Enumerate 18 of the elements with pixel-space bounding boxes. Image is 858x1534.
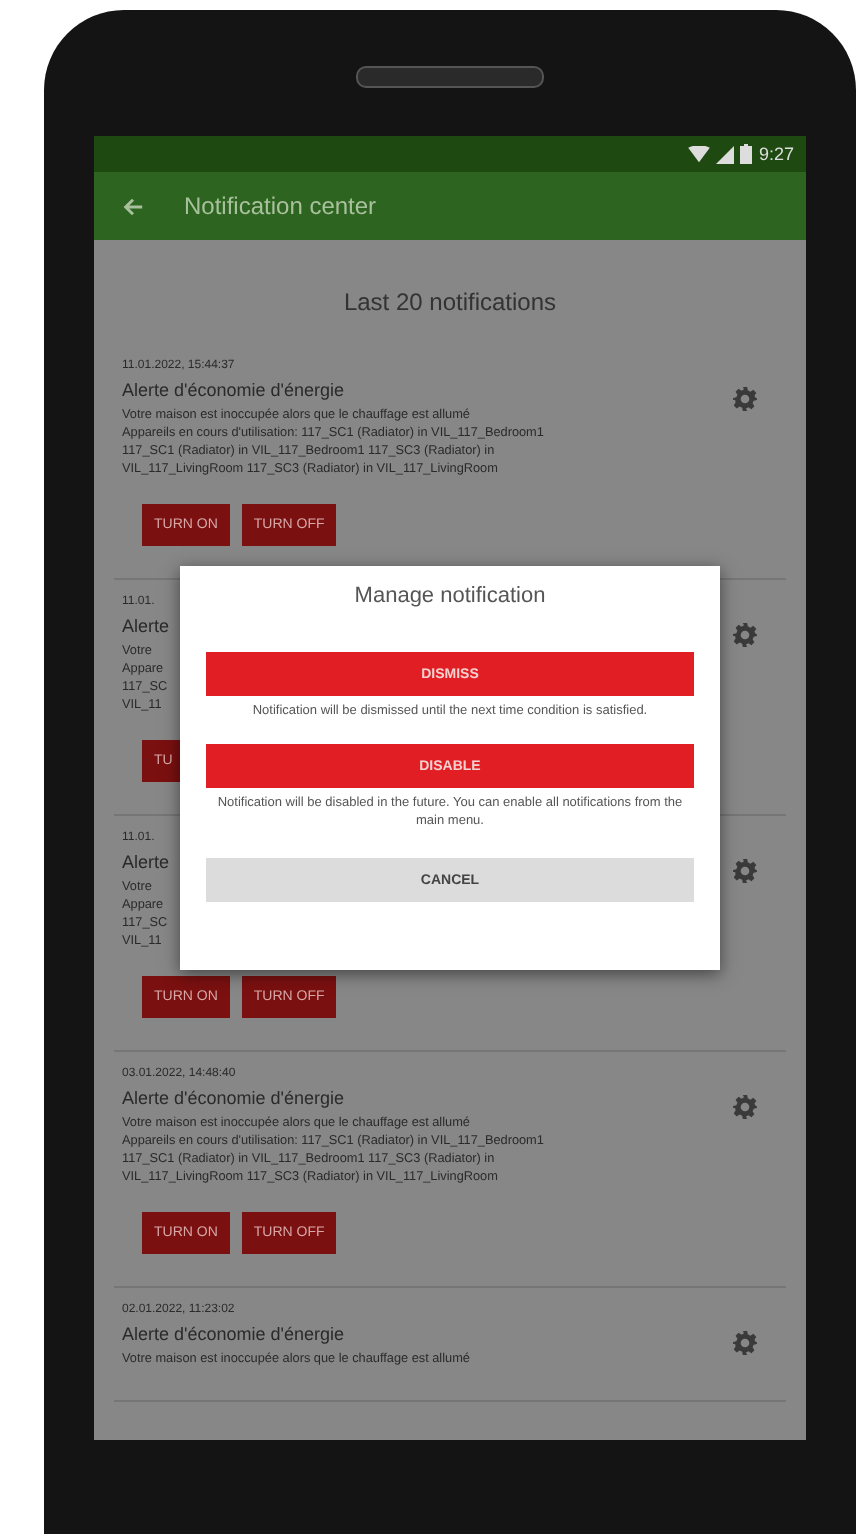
settings-icon[interactable] bbox=[732, 1093, 758, 1120]
settings-icon[interactable] bbox=[732, 857, 758, 884]
notification-title: Alerte d'économie d'énergie bbox=[122, 1323, 347, 1343]
notification-title: Alerte bbox=[122, 615, 170, 636]
back-arrow-icon[interactable] bbox=[122, 195, 144, 217]
settings-icon[interactable] bbox=[732, 621, 758, 648]
dialog-title: Manage notification bbox=[352, 582, 548, 612]
wifi-icon bbox=[688, 145, 711, 163]
signal-icon bbox=[716, 145, 735, 163]
notification-title: Alerte d'économie d'énergie bbox=[122, 1087, 347, 1108]
settings-icon[interactable] bbox=[732, 1329, 758, 1355]
app-title: Notification center bbox=[184, 192, 377, 220]
settings-icon[interactable] bbox=[732, 386, 758, 412]
list-heading: Last 20 notifications bbox=[341, 286, 559, 320]
battery-icon bbox=[740, 144, 753, 164]
status-time: 9:27 bbox=[758, 144, 794, 164]
notification-title: Alerte bbox=[122, 851, 170, 872]
notification-title: Alerte d'économie d'énergie bbox=[122, 380, 347, 400]
